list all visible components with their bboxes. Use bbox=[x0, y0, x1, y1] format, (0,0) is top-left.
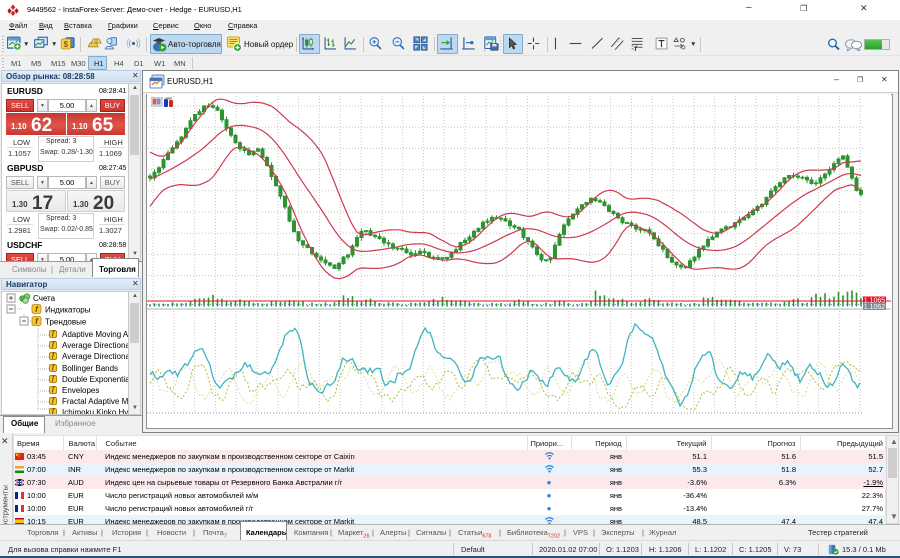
svg-text:Счета: Счета bbox=[33, 294, 56, 303]
svg-text:$: $ bbox=[64, 39, 69, 49]
svg-text:Трендовые: Трендовые bbox=[45, 318, 87, 327]
svg-text:f: f bbox=[635, 45, 638, 51]
svg-text:Индикаторы: Индикаторы bbox=[45, 306, 91, 315]
svg-text:1.1062: 1.1062 bbox=[864, 304, 886, 311]
